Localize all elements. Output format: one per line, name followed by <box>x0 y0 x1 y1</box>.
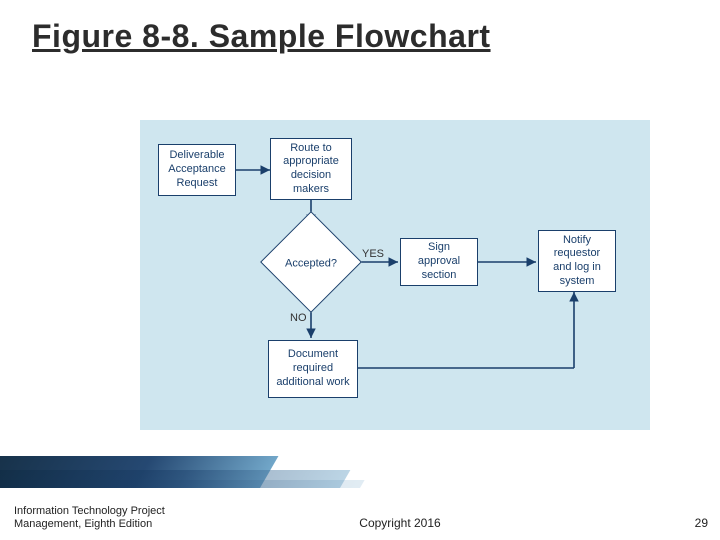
footer-source-line1: Information Technology Project <box>14 505 165 517</box>
node-sign: Sign approval section <box>400 238 478 286</box>
footer-copyright: Copyright 2016 <box>0 516 720 530</box>
page-number: 29 <box>695 516 708 530</box>
footer-decorative-stripe <box>0 456 420 488</box>
node-notify: Notify requestor and log in system <box>538 230 616 292</box>
node-decision-label: Accepted? <box>275 227 347 299</box>
edge-label-yes: YES <box>362 248 384 260</box>
node-document: Document required additional work <box>268 340 358 398</box>
edge-label-no: NO <box>290 312 307 324</box>
flowchart-canvas: Deliverable Acceptance Request Route to … <box>140 120 650 430</box>
node-start: Deliverable Acceptance Request <box>158 144 236 196</box>
slide: Figure 8-8. Sample Flowchart Deliverable… <box>0 0 720 540</box>
node-route: Route to appropriate decision makers <box>270 138 352 200</box>
node-decision: Accepted? <box>260 211 362 313</box>
slide-title: Figure 8-8. Sample Flowchart <box>32 18 491 55</box>
